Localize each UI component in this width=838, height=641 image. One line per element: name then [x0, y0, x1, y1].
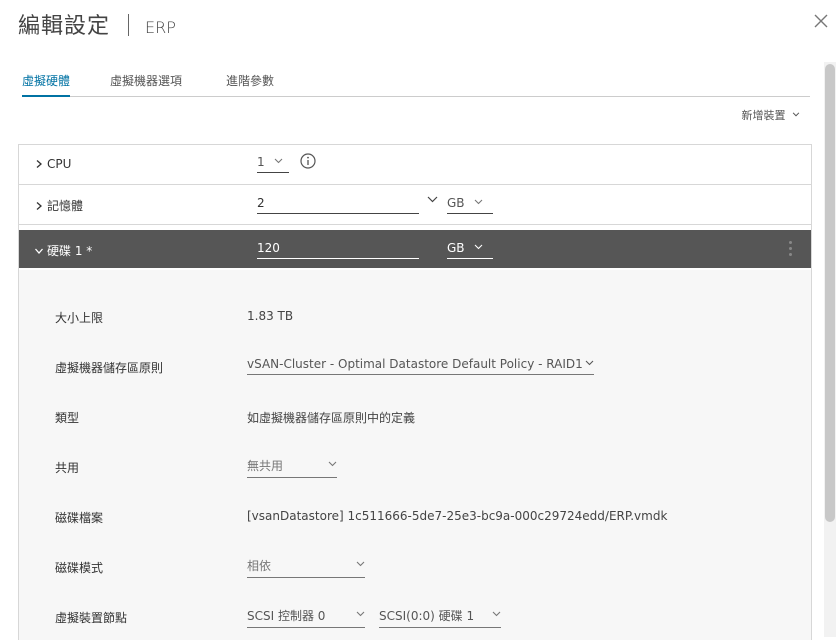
memory-expander[interactable]: 記憶體	[35, 197, 83, 214]
sharing-select[interactable]: 無共用	[247, 457, 337, 478]
cpu-count-select[interactable]: 1	[257, 155, 289, 173]
chevron-down-icon	[356, 611, 365, 617]
detail-max-size: 大小上限 1.83 TB	[19, 291, 811, 341]
chevron-right-icon	[36, 160, 42, 168]
hardware-row-cpu: CPU 1	[19, 145, 811, 185]
detail-storage-policy: 虛擬機器儲存區原則 vSAN-Cluster - Optimal Datasto…	[19, 341, 811, 391]
disk-mode-label: 磁碟模式	[55, 561, 104, 575]
vm-name: ERP	[145, 18, 176, 37]
tab-advanced-parameters[interactable]: 進階參數	[226, 72, 274, 95]
chevron-down-icon[interactable]	[427, 196, 438, 203]
storage-policy-value: vSAN-Cluster - Optimal Datastore Default…	[247, 357, 583, 371]
chevron-down-icon	[474, 244, 483, 250]
hardware-panel: CPU 1 記憶體 2 GB 硬碟 1 * 120 GB 大小上限 1.83 T…	[18, 144, 812, 640]
more-actions-icon[interactable]	[789, 241, 793, 257]
storage-policy-label: 虛擬機器儲存區原則	[55, 361, 164, 375]
cpu-label: CPU	[47, 157, 72, 171]
scrollbar-thumb[interactable]	[825, 64, 835, 522]
memory-unit-select[interactable]: GB	[447, 196, 493, 214]
tab-bar: 虛擬硬體 虛擬機器選項 進階參數	[22, 72, 810, 97]
detail-disk-file: 磁碟檔案 [vsanDatastore] 1c511666-5de7-25e3-…	[19, 491, 811, 541]
scsi-node-select[interactable]: SCSI(0:0) 硬碟 1	[379, 607, 501, 628]
sharing-value: 無共用	[247, 459, 284, 473]
memory-label: 記憶體	[47, 199, 84, 213]
add-device-label: 新增裝置	[741, 109, 786, 122]
detail-disk-mode: 磁碟模式 相依	[19, 541, 811, 591]
scsi-controller-select[interactable]: SCSI 控制器 0	[247, 607, 365, 628]
dialog-title: 編輯設定 ERP	[18, 8, 176, 40]
chevron-right-icon	[36, 202, 42, 210]
type-value: 如虛擬機器儲存區原則中的定義	[247, 411, 416, 425]
type-label: 類型	[55, 411, 80, 425]
chevron-down-icon	[35, 248, 43, 254]
scsi-controller-value: SCSI 控制器 0	[247, 609, 326, 623]
chevron-down-icon	[492, 611, 501, 617]
virtual-device-node-label: 虛擬裝置節點	[55, 611, 128, 625]
memory-unit-value: GB	[447, 196, 465, 210]
disk-file-label: 磁碟檔案	[55, 511, 104, 525]
sharing-label: 共用	[55, 461, 80, 475]
disk-mode-select[interactable]: 相依	[247, 557, 365, 578]
chevron-down-icon	[275, 158, 283, 164]
detail-virtual-device-node: 虛擬裝置節點 SCSI 控制器 0 SCSI(0:0) 硬碟 1	[19, 591, 811, 641]
chevron-down-icon	[356, 561, 365, 567]
disk-file-value: [vsanDatastore] 1c511666-5de7-25e3-bc9a-…	[247, 509, 668, 523]
hard-disk-details: 大小上限 1.83 TB 虛擬機器儲存區原則 vSAN-Cluster - Op…	[19, 270, 811, 640]
storage-policy-select[interactable]: vSAN-Cluster - Optimal Datastore Default…	[247, 357, 594, 375]
title-separator	[128, 14, 130, 36]
chevron-down-icon	[792, 112, 800, 117]
detail-sharing: 共用 無共用	[19, 441, 811, 491]
chevron-down-icon	[585, 360, 594, 366]
detail-type: 類型 如虛擬機器儲存區原則中的定義	[19, 391, 811, 441]
cpu-count-value: 1	[257, 155, 265, 169]
hard-disk-unit-value: GB	[447, 241, 465, 255]
memory-size-value: 2	[257, 196, 265, 210]
dialog-title-text: 編輯設定	[18, 14, 111, 39]
chevron-down-icon	[474, 199, 483, 205]
max-size-value: 1.83 TB	[247, 309, 294, 323]
cpu-expander[interactable]: CPU	[35, 157, 71, 171]
tab-vm-options[interactable]: 虛擬機器選項	[110, 72, 182, 95]
hard-disk-1-expander[interactable]: 硬碟 1 *	[35, 242, 92, 259]
hard-disk-1-label: 硬碟 1 *	[47, 244, 93, 258]
max-size-label: 大小上限	[55, 311, 104, 325]
memory-size-input[interactable]: 2	[257, 196, 419, 214]
hard-disk-unit-select[interactable]: GB	[447, 241, 493, 259]
chevron-down-icon	[328, 461, 337, 467]
disk-mode-value: 相依	[247, 559, 272, 573]
add-new-device-button[interactable]: 新增裝置	[742, 107, 801, 123]
hard-disk-size-input[interactable]: 120	[257, 241, 419, 259]
close-icon[interactable]	[812, 12, 830, 30]
hard-disk-size-value: 120	[257, 241, 280, 255]
info-icon[interactable]	[300, 153, 316, 169]
tab-virtual-hardware[interactable]: 虛擬硬體	[22, 72, 71, 97]
scsi-node-value: SCSI(0:0) 硬碟 1	[379, 609, 475, 623]
hardware-row-memory: 記憶體 2 GB	[19, 185, 811, 225]
hardware-row-hard-disk-1: 硬碟 1 * 120 GB	[19, 230, 811, 268]
